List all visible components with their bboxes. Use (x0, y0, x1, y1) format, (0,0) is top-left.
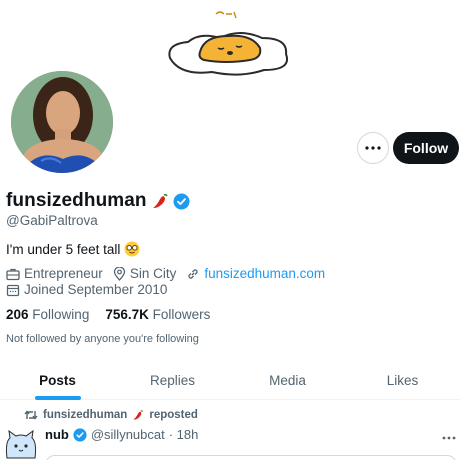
tab-likes[interactable]: Likes (345, 362, 460, 399)
occupation-item: Entrepreneur (6, 266, 103, 281)
repost-icon (24, 410, 38, 420)
follow-button[interactable]: Follow (393, 132, 459, 164)
website-item[interactable]: funsizedhuman.com (186, 266, 325, 281)
tab-replies[interactable]: Replies (115, 362, 230, 399)
profile-meta-row: Entrepreneur Sin City funsizedhuman.com (6, 266, 335, 281)
joined-item: Joined September 2010 (6, 282, 167, 297)
post-timestamp[interactable]: · 18h (169, 427, 199, 442)
chili-pepper-icon (152, 193, 168, 208)
website-link[interactable]: funsizedhuman.com (204, 266, 325, 281)
post-author-avatar[interactable] (4, 428, 38, 460)
profile-name-row: funsizedhuman (6, 190, 190, 212)
followers-count[interactable]: 756.7K Followers (105, 307, 210, 322)
profile-handle: @GabiPaltrova (6, 213, 98, 228)
tab-posts[interactable]: Posts (0, 362, 115, 400)
profile-avatar[interactable] (8, 68, 116, 176)
gudetama-egg-illustration (168, 11, 288, 76)
bio-text: I'm under 5 feet tall (6, 241, 121, 257)
more-options-button[interactable] (357, 132, 389, 164)
profile-bio: I'm under 5 feet tall (6, 241, 140, 257)
tab-media[interactable]: Media (230, 362, 345, 399)
repost-label: reposted (149, 409, 198, 421)
repost-indicator: funsizedhuman reposted (24, 409, 198, 421)
nerd-face-icon (124, 241, 140, 257)
calendar-icon (6, 284, 20, 296)
post-media-card[interactable] (45, 455, 457, 460)
cat-avatar-icon (5, 429, 37, 459)
follow-counts: 206 Following 756.7K Followers (6, 307, 210, 322)
verified-badge-icon (173, 193, 190, 209)
not-followed-note: Not followed by anyone you're following (6, 333, 199, 345)
briefcase-icon (6, 268, 20, 280)
post-header: nub @sillynubcat · 18h (45, 427, 198, 442)
active-tab-indicator (34, 396, 81, 400)
display-name: funsizedhuman (6, 190, 147, 211)
chili-pepper-icon (133, 410, 144, 420)
more-horizontal-icon (365, 146, 381, 150)
post-more-options-button[interactable] (442, 427, 456, 443)
link-icon (188, 268, 199, 279)
post-author-name[interactable]: nub (45, 427, 69, 442)
location-pin-icon (113, 266, 125, 281)
verified-badge-icon (73, 427, 87, 442)
post-author-handle[interactable]: @sillynubcat (91, 427, 165, 442)
more-horizontal-icon (442, 436, 456, 440)
repost-user[interactable]: funsizedhuman (43, 409, 127, 421)
profile-tabs: Posts Replies Media Likes (0, 362, 460, 400)
joined-row: Joined September 2010 (6, 282, 177, 297)
location-item: Sin City (113, 266, 176, 281)
following-count[interactable]: 206 Following (6, 307, 89, 322)
avatar-photo (11, 71, 113, 173)
